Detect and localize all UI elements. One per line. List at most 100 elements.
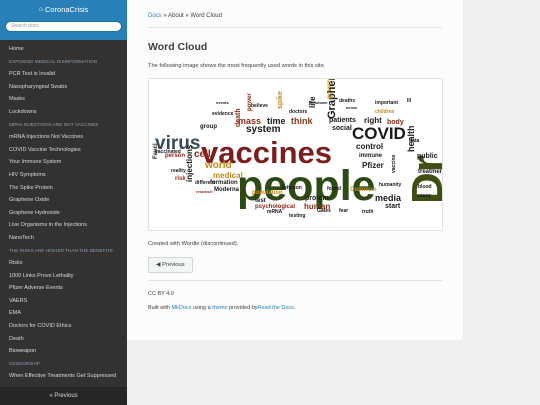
- word-cloud-word: protein: [305, 195, 329, 202]
- intro-text: The following image shows the most frequ…: [148, 63, 326, 69]
- sidebar-nav-item[interactable]: Graphene Oxide: [0, 194, 127, 207]
- word-cloud-word: immune: [359, 153, 383, 159]
- nav-section-caption: EXPOSING MEDICAL DISINFORMATION: [9, 58, 98, 64]
- sidebar-nav-item[interactable]: Live Organisms in the Injections: [0, 219, 127, 232]
- word-cloud-image: vaccines people COVID virus system Dr mass time…: [148, 78, 443, 231]
- sidebar-nav-item[interactable]: Your Immune System: [0, 156, 127, 169]
- main-content: Docs » About » Word Cloud Word Cloud The…: [127, 0, 463, 340]
- breadcrumb-separator: »: [163, 13, 167, 19]
- word-cloud-word: fear: [339, 208, 349, 214]
- sidebar-nav-item[interactable]: Risks: [0, 257, 127, 270]
- mkdocs-link[interactable]: MkDocs: [172, 305, 192, 311]
- sidebar-nav-item[interactable]: Graphene Hydroxide: [0, 207, 127, 220]
- word-cloud-word: government: [327, 78, 333, 99]
- sidebar-nav-item[interactable]: 1000 Links Prove Lethality: [0, 270, 127, 283]
- provided-by-label: provided by: [229, 305, 258, 311]
- previous-button[interactable]: ◀ Previous: [148, 257, 193, 273]
- word-cloud-word: medical: [213, 171, 243, 180]
- word-cloud-word: research: [196, 189, 213, 194]
- nav-section-caption: CENSORSHIP: [9, 360, 40, 366]
- sidebar-nav-item[interactable]: mRNA Injections Not Vaccines: [0, 131, 127, 144]
- divider: [148, 27, 442, 28]
- breadcrumb-current: Word Cloud: [190, 13, 222, 19]
- word-cloud-word: lockdown: [309, 100, 328, 105]
- sidebar-nav-item[interactable]: Death: [0, 333, 127, 346]
- theme-link[interactable]: theme: [212, 305, 227, 311]
- sidebar-nav-item[interactable]: The Spike Protein: [0, 182, 127, 195]
- sidebar-nav-item[interactable]: NanoTech: [0, 232, 127, 245]
- site-brand-link[interactable]: ⌂ CoronaCrisis: [0, 4, 127, 15]
- sidebar-nav-item[interactable]: Pfizer Adverse Events: [0, 282, 127, 295]
- word-cloud-word: start: [385, 203, 401, 210]
- word-cloud-word: doctors: [289, 109, 308, 115]
- word-cloud-word: Moderna: [214, 187, 240, 193]
- word-cloud-word: think: [291, 116, 313, 126]
- sidebar-nav-item[interactable]: Doctors for COVID Ethics: [0, 320, 127, 333]
- word-cloud-word: risk: [175, 176, 186, 182]
- bottom-gutter: [127, 340, 463, 405]
- word-cloud-word: data: [409, 138, 420, 144]
- word-cloud-word: testing: [289, 213, 306, 219]
- image-caption: Created with Wordle (discontinued).: [148, 241, 239, 247]
- word-cloud-word: time: [267, 116, 286, 126]
- word-cloud-word: evidence: [212, 111, 234, 117]
- word-cloud-word: Gates: [317, 208, 331, 214]
- sidebar-nav-item[interactable]: Bioweapon: [0, 345, 127, 358]
- previous-button-label: Previous: [162, 262, 185, 268]
- word-cloud-word: death: [235, 108, 242, 127]
- word-cloud-word: found: [327, 186, 341, 192]
- word-cloud-word: COVID: [352, 124, 406, 143]
- sidebar: ⌂ CoronaCrisis Search docs Home EXPOSING …: [0, 0, 127, 405]
- breadcrumb: Docs » About » Word Cloud: [148, 12, 442, 21]
- nav-section-caption: THE RISKS ARE HIGHER THAN THE BENEFITS: [9, 247, 113, 253]
- built-with-label: Built with: [148, 305, 171, 311]
- sidebar-nav-item[interactable]: Nasopharyngeal Swabs: [0, 81, 127, 94]
- sidebar-nav-item[interactable]: VAERS: [0, 295, 127, 308]
- sidebar-previous-link[interactable]: « Previous: [49, 393, 77, 399]
- word-cloud-word: public: [417, 153, 438, 160]
- word-cloud-word: vaccine: [391, 154, 397, 173]
- read-the-docs-link[interactable]: Read the Docs: [258, 305, 294, 311]
- sidebar-nav-item[interactable]: Lockdowns: [0, 106, 127, 119]
- license-text: CC BY 4.0: [148, 291, 174, 297]
- word-cloud-word: Fauci: [153, 143, 159, 159]
- word-cloud-word: deaths: [339, 98, 356, 104]
- nav-section-caption: MRNA INJECTIONS ARE NOT VACCINES: [9, 121, 99, 127]
- page-title: Word Cloud: [148, 41, 208, 53]
- breadcrumb-separator: »: [185, 13, 189, 19]
- sidebar-nav-item[interactable]: EMA: [0, 307, 127, 320]
- word-cloud-word: Johnson: [281, 185, 302, 191]
- word-cloud-word: system: [246, 124, 281, 135]
- word-cloud-word: blood: [418, 184, 432, 190]
- breadcrumb-docs-link[interactable]: Docs: [148, 13, 162, 19]
- sidebar-nav-item[interactable]: Home: [0, 43, 127, 56]
- word-cloud-word: Pfizer: [362, 161, 384, 170]
- arrow-left-circle-icon: ◀: [156, 262, 161, 268]
- sidebar-nav-item[interactable]: PCR Test is Invalid: [0, 68, 127, 81]
- sidebar-nav-item[interactable]: Masks: [0, 93, 127, 106]
- sidebar-header: ⌂ CoronaCrisis Search docs: [0, 0, 127, 40]
- word-cloud-word: group: [200, 124, 217, 130]
- word-cloud-word: important: [375, 100, 399, 106]
- sidebar-nav-item[interactable]: COVID Vaccine Technologies: [0, 144, 127, 157]
- word-cloud-word: reality: [171, 168, 186, 174]
- word-cloud-word: population: [252, 190, 283, 196]
- word-cloud-word: media: [375, 193, 402, 203]
- word-cloud-word: Ill: [407, 98, 412, 104]
- sidebar-nav-item[interactable]: HIV Symptoms: [0, 169, 127, 182]
- word-cloud-word: truth: [362, 209, 374, 215]
- word-cloud-word: control: [356, 142, 384, 151]
- word-cloud-word: body: [387, 119, 404, 126]
- period: .: [293, 305, 296, 311]
- word-cloud-word: mRNA: [267, 209, 283, 215]
- search-input[interactable]: Search docs: [5, 21, 122, 32]
- word-cloud-word: children: [375, 109, 395, 115]
- sidebar-nav-item[interactable]: When Effective Treatments Get Suppressed: [0, 370, 127, 383]
- word-cloud-word: world: [205, 160, 232, 171]
- word-cloud-word: right: [364, 116, 382, 125]
- word-cloud-word: treatment: [418, 169, 443, 175]
- right-gutter: [463, 0, 540, 405]
- word-cloud-word: different: [195, 180, 215, 186]
- word-cloud-word: humanity: [379, 182, 402, 188]
- site-title: CoronaCrisis: [44, 5, 89, 14]
